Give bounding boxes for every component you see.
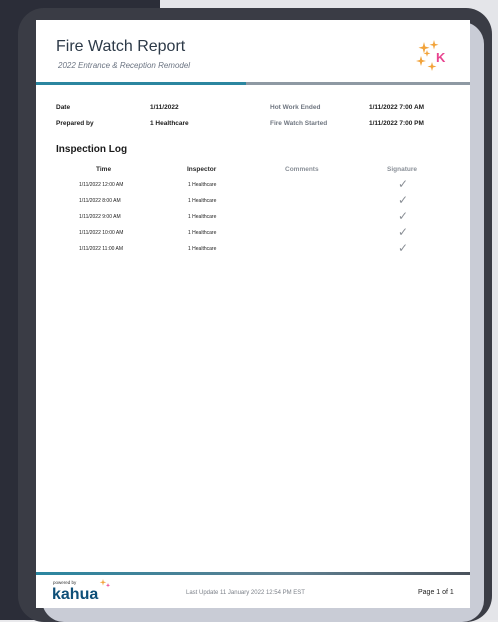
row-time: 1/11/2022 12:00 AM <box>79 182 124 188</box>
kahua-brand: kahua <box>52 586 99 603</box>
report-title: Fire Watch Report <box>56 38 186 55</box>
row-inspector: 1 Healthcare <box>188 214 217 220</box>
inspection-log-heading: Inspection Log <box>56 144 128 155</box>
page-number: Page 1 of 1 <box>418 589 454 596</box>
checkmark-icon: ✓ <box>398 193 409 207</box>
row-inspector: 1 Healthcare <box>188 198 217 204</box>
hot-work-ended-value: 1/11/2022 7:00 AM <box>369 104 425 111</box>
column-header-inspector: Inspector <box>187 166 217 173</box>
prepared-by-label: Prepared by <box>56 120 94 127</box>
row-inspector: 1 Healthcare <box>188 230 217 236</box>
fire-watch-started-value: 1/11/2022 7:00 PM <box>369 120 424 127</box>
column-header-time: Time <box>96 166 112 173</box>
powered-by-label: powered by <box>53 580 77 585</box>
hot-work-ended-label: Hot Work Ended <box>270 104 321 111</box>
date-value: 1/11/2022 <box>150 104 179 111</box>
checkmark-icon: ✓ <box>398 209 409 223</box>
kahua-sparkle-icon <box>99 579 111 588</box>
kahua-sparkle-logo-icon: K <box>416 40 446 71</box>
row-inspector: 1 Healthcare <box>188 246 217 252</box>
svg-text:K: K <box>436 50 446 65</box>
checkmark-icon: ✓ <box>398 225 409 239</box>
prepared-by-value: 1 Healthcare <box>150 120 189 127</box>
last-update-text: Last Update 11 January 2022 12:54 PM EST <box>186 590 305 596</box>
header-divider <box>36 82 470 85</box>
column-header-signature: Signature <box>387 166 417 173</box>
footer-divider <box>36 572 470 575</box>
row-time: 1/11/2022 9:00 AM <box>79 214 121 220</box>
date-label: Date <box>56 104 71 111</box>
checkmark-icon: ✓ <box>398 241 409 255</box>
row-time: 1/11/2022 10:00 AM <box>79 230 124 236</box>
row-time: 1/11/2022 8:00 AM <box>79 198 121 204</box>
row-time: 1/11/2022 11:00 AM <box>79 246 124 252</box>
report-page: Fire Watch Report 2022 Entrance & Recept… <box>36 20 470 608</box>
checkmark-icon: ✓ <box>398 177 409 191</box>
row-inspector: 1 Healthcare <box>188 182 217 188</box>
column-header-comments: Comments <box>285 166 319 173</box>
fire-watch-started-label: Fire Watch Started <box>270 120 328 127</box>
report-subtitle: 2022 Entrance & Reception Remodel <box>58 61 191 70</box>
